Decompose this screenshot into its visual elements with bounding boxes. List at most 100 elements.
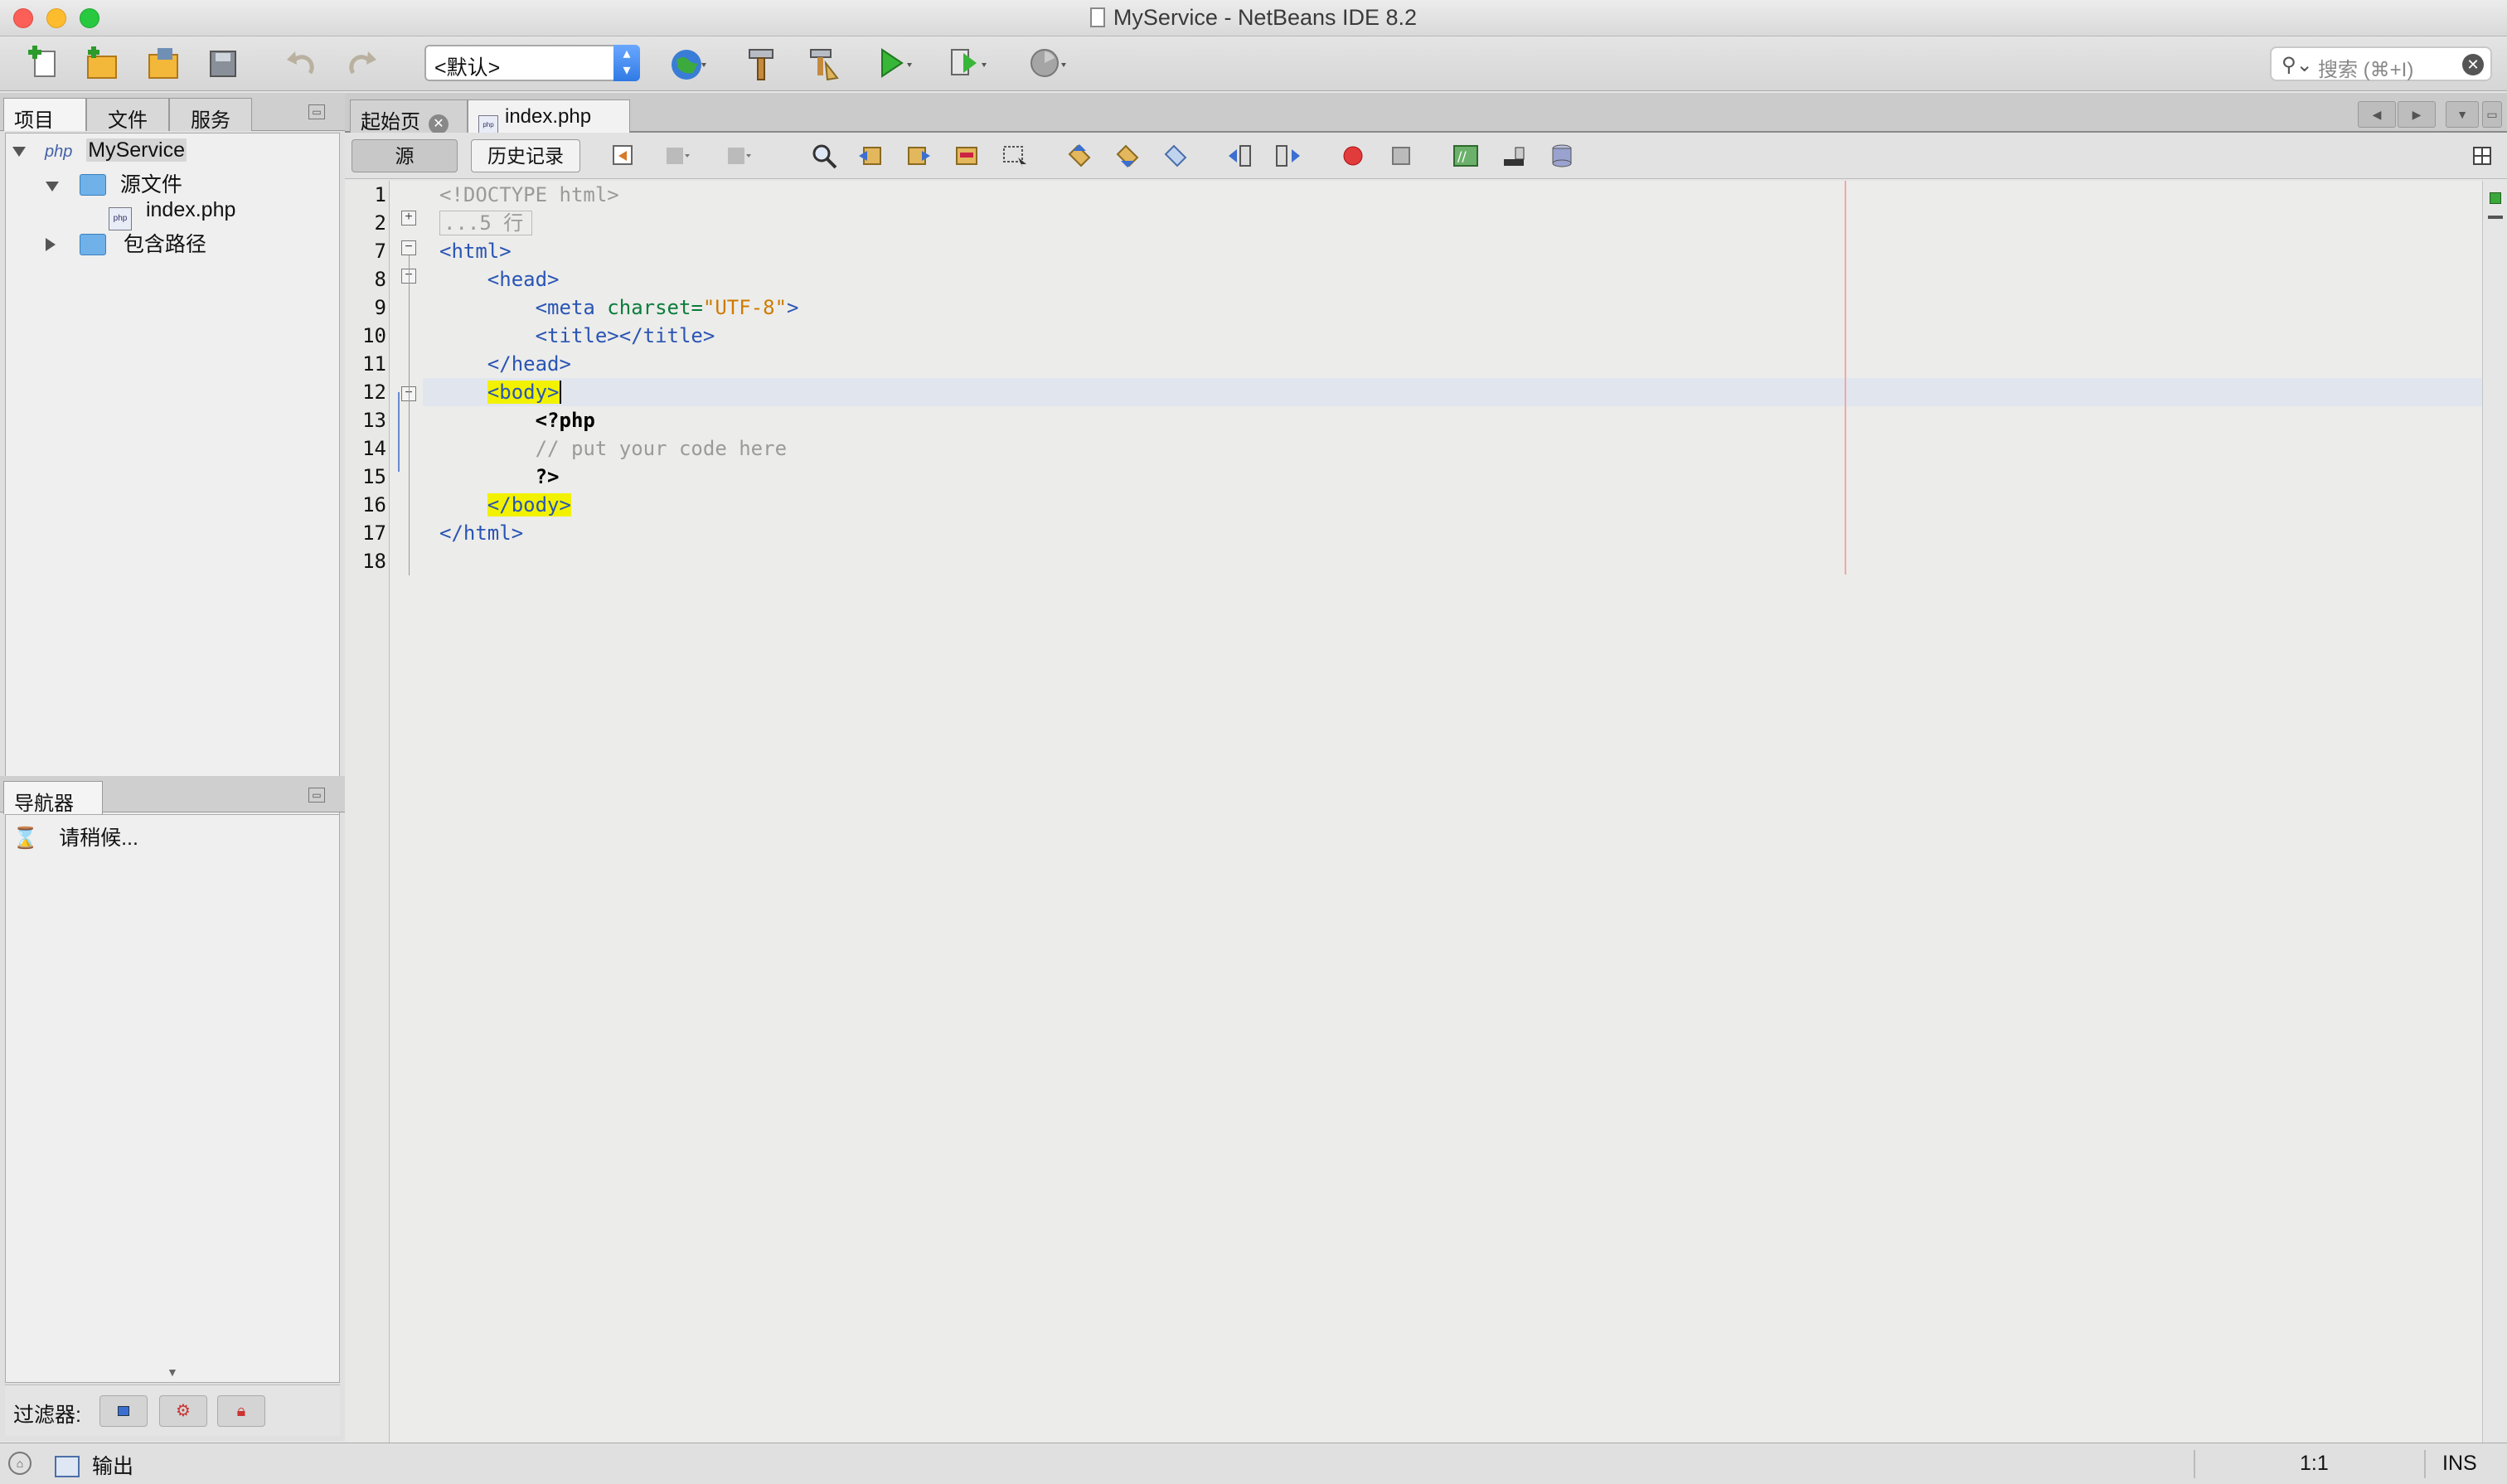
filter-fields-button[interactable] bbox=[99, 1395, 148, 1427]
line-number: 10 bbox=[362, 324, 386, 347]
open-project-icon[interactable] bbox=[146, 45, 184, 83]
filter-private-button[interactable]: 🔒︎ bbox=[217, 1395, 265, 1427]
search-input[interactable]: ⚲⌄ 搜索 (⌘+I) ✕ bbox=[2270, 46, 2492, 81]
redo-icon[interactable] bbox=[343, 45, 381, 83]
history-view-button[interactable]: 历史记录 bbox=[471, 139, 580, 172]
code-line[interactable]: <?php bbox=[439, 406, 595, 434]
insert-mode: INS bbox=[2442, 1452, 2477, 1475]
start-macro-icon[interactable] bbox=[1340, 143, 1366, 169]
code-line[interactable]: ...5 行 bbox=[439, 209, 533, 237]
code-line[interactable]: </head> bbox=[439, 350, 571, 378]
database-icon[interactable] bbox=[1549, 143, 1575, 169]
browser-globe-icon[interactable] bbox=[668, 45, 706, 83]
debug-icon[interactable] bbox=[948, 45, 987, 83]
profile-icon[interactable] bbox=[1028, 45, 1066, 83]
toggle-bookmark-icon[interactable] bbox=[1162, 143, 1189, 169]
find-icon[interactable] bbox=[811, 143, 837, 169]
code-line[interactable]: <body> bbox=[439, 378, 561, 406]
shift-right-icon[interactable] bbox=[1275, 143, 1302, 169]
build-hammer-icon[interactable] bbox=[743, 45, 781, 83]
filter-inherited-button[interactable]: ⚙ bbox=[159, 1395, 207, 1427]
library-folder-icon bbox=[79, 234, 106, 255]
new-file-icon[interactable] bbox=[25, 45, 63, 83]
notifications-icon[interactable]: ⌂ bbox=[8, 1452, 32, 1475]
back-icon[interactable] bbox=[663, 143, 690, 169]
tab-index-php[interactable]: phpindex.php✕ bbox=[468, 99, 630, 158]
project-tree: php MyService 源文件 php index.php 包含路径 bbox=[5, 133, 340, 864]
code-line[interactable]: <head> bbox=[439, 265, 560, 293]
shift-left-icon[interactable] bbox=[1227, 143, 1254, 169]
line-number: 16 bbox=[362, 493, 386, 516]
code-line[interactable]: <html> bbox=[439, 237, 512, 265]
expanded-arrow-icon[interactable] bbox=[46, 182, 59, 192]
expand-fold-icon[interactable]: + bbox=[401, 211, 416, 226]
output-window-icon bbox=[55, 1456, 80, 1477]
stop-macro-icon[interactable] bbox=[1388, 143, 1414, 169]
code-editor[interactable]: 12789101112131415161718 + − − − <!DOCTYP… bbox=[345, 181, 2482, 1443]
line-number: 11 bbox=[362, 352, 386, 376]
new-project-icon[interactable] bbox=[83, 45, 121, 83]
forward-icon[interactable] bbox=[725, 143, 751, 169]
configuration-select[interactable]: <默认> ▴ ▾ bbox=[424, 45, 640, 81]
tab-services[interactable]: 服务 bbox=[169, 98, 252, 132]
code-line[interactable]: </html> bbox=[439, 519, 523, 547]
clean-build-icon[interactable] bbox=[804, 45, 842, 83]
line-number: 18 bbox=[362, 550, 386, 573]
previous-bookmark-icon[interactable] bbox=[1066, 143, 1093, 169]
toggle-highlight-icon[interactable] bbox=[953, 143, 980, 169]
scroll-down-icon[interactable]: ▼ bbox=[167, 1365, 178, 1379]
svg-text://: // bbox=[1457, 148, 1467, 164]
code-line[interactable]: <title></title> bbox=[439, 322, 715, 350]
code-line[interactable]: ?> bbox=[439, 463, 560, 491]
scroll-tabs-left-icon[interactable]: ◀ bbox=[2358, 101, 2396, 128]
save-all-icon[interactable] bbox=[206, 45, 244, 83]
collapsed-arrow-icon[interactable] bbox=[46, 238, 56, 251]
navigator-tabs: 导航器✕ ▭ bbox=[0, 776, 345, 839]
uncomment-icon[interactable] bbox=[1501, 143, 1527, 169]
code-line[interactable]: <!DOCTYPE html> bbox=[439, 181, 619, 209]
tree-item-source-files[interactable]: 源文件 bbox=[46, 168, 182, 196]
tree-item-myservice[interactable]: php MyService bbox=[12, 138, 187, 167]
source-view-button[interactable]: 源 bbox=[352, 139, 458, 172]
code-line[interactable]: // put your code here bbox=[439, 434, 787, 463]
last-edit-icon[interactable] bbox=[610, 143, 637, 169]
undo-icon[interactable] bbox=[282, 45, 320, 83]
rectangular-selection-icon[interactable] bbox=[1001, 143, 1028, 169]
minimize-panel-icon[interactable]: ▭ bbox=[308, 788, 325, 803]
maximize-editor-icon[interactable]: ▭ bbox=[2482, 101, 2502, 128]
editor-tab-bar: 起始页✕ phpindex.php✕ ◀ ▶ ▼ ▭ bbox=[345, 93, 2507, 158]
collapse-fold-icon[interactable]: − bbox=[401, 240, 416, 255]
tab-list-dropdown-icon[interactable]: ▼ bbox=[2446, 101, 2479, 128]
code-line[interactable]: <meta charset="UTF-8"> bbox=[439, 293, 799, 322]
find-next-icon[interactable] bbox=[905, 143, 932, 169]
main-toolbar: <默认> ▴ ▾ ⚲⌄ 搜索 (⌘+I) ✕ bbox=[0, 36, 2507, 91]
minimize-panel-icon[interactable]: ▭ bbox=[308, 104, 325, 119]
clear-search-icon[interactable]: ✕ bbox=[2462, 54, 2484, 75]
tab-start-page[interactable]: 起始页 ✕ bbox=[350, 99, 468, 134]
tab-files[interactable]: 文件 bbox=[86, 98, 169, 132]
tab-projects[interactable]: 项目✕ bbox=[3, 98, 86, 156]
split-editor-icon[interactable] bbox=[2472, 146, 2492, 166]
line-number: 13 bbox=[362, 409, 386, 432]
line-number: 15 bbox=[362, 465, 386, 488]
comment-icon[interactable]: // bbox=[1452, 143, 1479, 169]
tree-item-include-path[interactable]: 包含路径 bbox=[46, 228, 206, 256]
close-icon[interactable]: ✕ bbox=[429, 114, 449, 134]
scroll-tabs-right-icon[interactable]: ▶ bbox=[2398, 101, 2436, 128]
next-bookmark-icon[interactable] bbox=[1114, 143, 1141, 169]
folder-icon bbox=[79, 174, 106, 196]
hourglass-icon: ⌛ bbox=[12, 827, 39, 850]
expanded-arrow-icon[interactable] bbox=[12, 147, 26, 157]
find-previous-icon[interactable] bbox=[857, 143, 884, 169]
line-number: 7 bbox=[374, 240, 386, 263]
code-line[interactable]: </body> bbox=[439, 491, 571, 519]
current-line-highlight bbox=[423, 378, 2482, 406]
status-bar: ⌂ 输出 1:1 INS bbox=[0, 1443, 2507, 1484]
line-number: 1 bbox=[374, 183, 386, 206]
output-toggle[interactable]: 输出 bbox=[55, 1450, 133, 1480]
run-icon[interactable] bbox=[874, 45, 912, 83]
fold-column bbox=[390, 181, 423, 1443]
tab-navigator[interactable]: 导航器✕ bbox=[3, 781, 103, 839]
tree-item-index-php[interactable]: php index.php bbox=[109, 198, 235, 230]
navigator-status: ⌛ 请稍候... bbox=[12, 827, 138, 850]
